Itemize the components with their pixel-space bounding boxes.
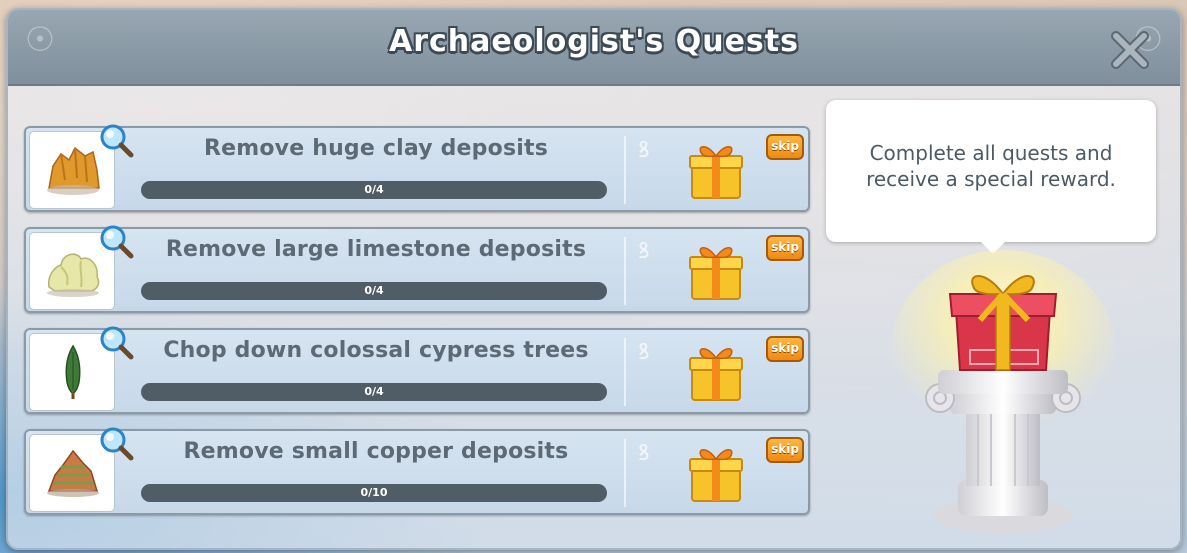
quest-row: Chop down colossal cypress trees 0/4 ꝸ s… <box>24 326 810 414</box>
ornament-icon: ꝸ <box>638 138 650 163</box>
magnifier-icon <box>100 326 134 360</box>
column-icon <box>925 370 1081 533</box>
skip-button[interactable]: skip <box>766 336 804 362</box>
divider <box>624 136 626 204</box>
info-magnifier-button[interactable] <box>98 324 136 362</box>
copper-deposit-icon <box>47 449 99 497</box>
magnifier-icon <box>100 225 134 259</box>
divider <box>624 237 626 305</box>
gift-box-icon <box>689 146 743 199</box>
progress-bar: 0/4 <box>141 383 607 401</box>
gift-box-icon <box>689 348 743 401</box>
magnifier-icon <box>100 427 134 461</box>
grand-reward-pedestal <box>891 250 1115 533</box>
progress-text: 0/10 <box>360 486 388 499</box>
skip-button[interactable]: skip <box>766 134 804 160</box>
progress-bar: 0/4 <box>141 181 607 199</box>
gift-box-icon <box>689 247 743 300</box>
limestone-deposit-icon <box>47 253 100 297</box>
progress-text: 0/4 <box>364 284 384 297</box>
gift-box-icon <box>689 449 743 502</box>
dialog-title: Archaeologist's Quests <box>389 24 799 59</box>
quest-title: Chop down colossal cypress trees <box>163 338 589 363</box>
ornament-icon: ꝸ <box>638 239 650 264</box>
quest-row: Remove huge clay deposits 0/4 ꝸ skip <box>24 124 810 212</box>
divider <box>624 338 626 406</box>
quest-title: Remove small copper deposits <box>183 439 569 464</box>
quest-row: Remove large limestone deposits 0/4 ꝸ sk… <box>24 225 810 313</box>
clay-deposit-icon <box>47 146 100 195</box>
quest-title: Remove large limestone deposits <box>165 237 587 262</box>
divider <box>624 439 626 507</box>
progress-text: 0/4 <box>364 183 384 196</box>
skip-button[interactable]: skip <box>766 437 804 463</box>
progress-text: 0/4 <box>364 385 384 398</box>
close-button[interactable] <box>1108 28 1152 72</box>
quest-row: Remove small copper deposits 0/10 ꝸ skip <box>24 427 810 515</box>
info-magnifier-button[interactable] <box>98 425 136 463</box>
magnifier-icon <box>100 124 134 158</box>
progress-bar: 0/10 <box>141 484 607 502</box>
dialog-title-bar: ☉ Archaeologist's Quests ☉ <box>8 10 1180 86</box>
skip-button[interactable]: skip <box>766 235 804 261</box>
quest-list: Remove huge clay deposits 0/4 ꝸ skip Rem… <box>24 124 810 530</box>
close-icon <box>1111 31 1149 69</box>
info-magnifier-button[interactable] <box>98 223 136 261</box>
reward-tooltip: Complete all quests and receive a specia… <box>826 100 1156 254</box>
quest-title: Remove huge clay deposits <box>203 136 548 161</box>
reward-message: Complete all quests and receive a specia… <box>866 141 1116 191</box>
info-magnifier-button[interactable] <box>98 122 136 160</box>
ornament-icon: ꝸ <box>638 441 650 466</box>
ornament-icon: ꝸ <box>638 340 650 365</box>
progress-bar: 0/4 <box>141 282 607 300</box>
cypress-tree-icon <box>65 344 81 399</box>
